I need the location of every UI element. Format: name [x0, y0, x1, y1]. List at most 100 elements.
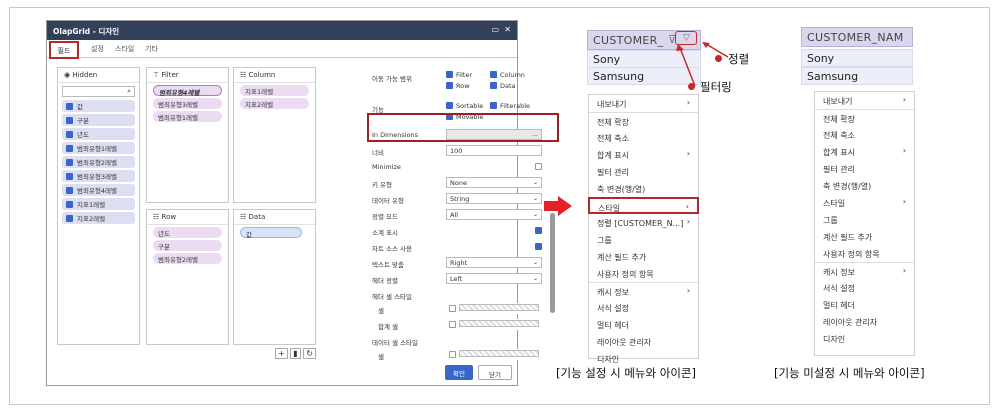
close-button[interactable]: 닫기	[478, 365, 512, 380]
menu-item-format[interactable]: 서식 설정	[815, 279, 914, 296]
prop-data-type: 데이터 유형 String ⌄	[372, 193, 552, 205]
row-item[interactable]: 구분	[153, 240, 222, 251]
hidden-item[interactable]: 범죄유형4레벨	[62, 184, 135, 196]
menu-item-swap-axis[interactable]: 축 변경(행/열)	[815, 177, 914, 194]
chevron-right-icon: ›	[686, 286, 690, 295]
menu-item-cache-info[interactable]: 캐시 정보 ›	[815, 262, 914, 279]
menu-item-custom-item[interactable]: 사용자 정의 항목	[815, 245, 914, 262]
column-item[interactable]: 지표1레벨	[240, 85, 309, 96]
move-opt-data[interactable]: Data	[490, 82, 516, 90]
func-opt-sortable[interactable]: Sortable	[446, 102, 483, 110]
text-align-select[interactable]: Right ⌄	[446, 257, 542, 268]
add-icon[interactable]: +	[275, 348, 288, 359]
filter-item[interactable]: 범죄유형3레벨	[153, 98, 222, 109]
subtotal-checkbox[interactable]	[535, 227, 542, 234]
prop-label: 키 유형	[372, 181, 393, 189]
prop-label: 소계 표시	[372, 229, 398, 237]
hidden-item[interactable]: 구분	[62, 114, 135, 126]
row-item[interactable]: 범죄유형2레벨	[153, 253, 222, 264]
grid-row[interactable]: Samsung	[801, 67, 913, 85]
ok-button[interactable]: 확인	[445, 365, 473, 380]
refresh-icon[interactable]: ↻	[303, 348, 316, 359]
func-opt-filterable[interactable]: Filterable	[490, 102, 530, 110]
hidden-search-input[interactable]: ⌕	[62, 86, 135, 97]
prop-label: 데이터 유형	[372, 197, 404, 205]
data-item[interactable]: 값	[240, 227, 302, 239]
menu-item-export[interactable]: 내보내기 ›	[815, 92, 914, 109]
menu-item-format[interactable]: 서식 설정	[589, 299, 698, 316]
hidden-item[interactable]: 범죄유형1레벨	[62, 142, 135, 154]
chart-source-checkbox[interactable]	[535, 243, 542, 250]
menu-item-expand-all[interactable]: 전체 확장	[815, 109, 914, 126]
data-type-select[interactable]: String ⌄	[446, 193, 542, 204]
hidden-item[interactable]: 값	[62, 100, 135, 112]
close-icon[interactable]: ✕	[504, 25, 511, 34]
menu-item-show-total[interactable]: 합계 표시 ›	[815, 143, 914, 160]
menu-item-collapse-all[interactable]: 전체 축소	[589, 129, 698, 146]
hidden-item[interactable]: 범죄유형3레벨	[62, 170, 135, 182]
menu-item-add-calc-field[interactable]: 계산 필드 추가	[589, 248, 698, 265]
move-opt-column[interactable]: Column	[490, 71, 525, 79]
key-type-select[interactable]: None ⌄	[446, 177, 542, 188]
menu-item-multi-header[interactable]: 멀티 헤더	[815, 296, 914, 313]
prop-label: 셀	[378, 353, 384, 361]
row-item[interactable]: 년도	[153, 227, 222, 238]
menu-item-show-total[interactable]: 합계 표시 ›	[589, 146, 698, 163]
prop-label: 헤더 정렬	[372, 277, 398, 285]
prop-label: 너비	[372, 149, 384, 157]
move-opt-filter[interactable]: Filter	[446, 71, 472, 79]
menu-item-add-calc-field[interactable]: 계산 필드 추가	[815, 228, 914, 245]
sort-mode-select[interactable]: All ⌄	[446, 209, 542, 220]
menu-item-expand-all[interactable]: 전체 확장	[589, 112, 698, 129]
data-cell-style-picker[interactable]	[446, 349, 542, 360]
scrollbar[interactable]	[550, 213, 555, 313]
width-input[interactable]: 100	[446, 145, 542, 156]
caption-right: [기능 미설정 시 메뉴와 아이콘]	[774, 366, 925, 380]
dialog-title-bar: OlapGrid - 디자인 ▭ ✕	[47, 21, 517, 40]
menu-item-cache-info[interactable]: 캐시 정보 ›	[589, 282, 698, 299]
cell-style-picker[interactable]	[446, 303, 542, 314]
row-pane-title: Row	[161, 213, 177, 221]
chevron-right-icon: ›	[686, 149, 690, 158]
chevron-right-icon: ›	[686, 217, 690, 226]
prop-width: 너비 100	[372, 145, 552, 157]
menu-item-export[interactable]: 내보내기 ›	[589, 95, 698, 112]
hidden-item[interactable]: 년도	[62, 128, 135, 140]
prop-label: 합계 셀	[378, 323, 399, 331]
menu-item-sort[interactable]: 정렬 [CUSTOMER_N...] ›	[589, 214, 698, 231]
tab-etc[interactable]: 기타	[145, 44, 158, 54]
menu-item-collapse-all[interactable]: 전체 축소	[815, 126, 914, 143]
grid-row[interactable]: Sony	[801, 49, 913, 67]
menu-item-style[interactable]: 스타일 ›	[815, 194, 914, 211]
menu-item-design[interactable]: 디자인	[815, 330, 914, 347]
trash-icon[interactable]: ▮	[290, 348, 301, 359]
menu-item-style[interactable]: 스타일 ›	[588, 197, 699, 214]
tab-style[interactable]: 스타일	[115, 44, 134, 54]
filter-item[interactable]: 범죄유형1레벨	[153, 111, 222, 122]
header-align-select[interactable]: Left ⌄	[446, 273, 542, 284]
menu-item-custom-item[interactable]: 사용자 정의 항목	[589, 265, 698, 282]
menu-item-group[interactable]: 그룹	[815, 211, 914, 228]
checkbox-icon	[446, 71, 453, 78]
column-header-customer-name[interactable]: CUSTOMER_NAM	[801, 27, 913, 47]
tab-field[interactable]: 필드	[49, 41, 79, 59]
menu-item-filter-manage[interactable]: 필터 관리	[815, 160, 914, 177]
menu-item-group[interactable]: 그룹	[589, 231, 698, 248]
hidden-item[interactable]: 지표1레벨	[62, 198, 135, 210]
move-opt-row[interactable]: Row	[446, 82, 470, 90]
menu-item-filter-manage[interactable]: 필터 관리	[589, 163, 698, 180]
chevron-down-icon: ⌄	[532, 275, 538, 282]
sum-cell-style-picker[interactable]	[446, 319, 542, 330]
menu-item-multi-header[interactable]: 멀티 헤더	[589, 316, 698, 333]
menu-item-layout-manager[interactable]: 레이아웃 관리자	[589, 333, 698, 350]
menu-item-layout-manager[interactable]: 레이아웃 관리자	[815, 313, 914, 330]
filter-item[interactable]: 범죄유형4레벨	[153, 85, 222, 97]
column-item[interactable]: 지표2레벨	[240, 98, 309, 109]
maximize-icon[interactable]: ▭	[491, 25, 499, 34]
tab-settings[interactable]: 설정	[91, 44, 104, 54]
data-pane-title: Data	[248, 213, 266, 221]
minimize-checkbox[interactable]	[535, 163, 542, 170]
hidden-item[interactable]: 범죄유형2레벨	[62, 156, 135, 168]
hidden-item[interactable]: 지표2레벨	[62, 212, 135, 224]
menu-item-swap-axis[interactable]: 축 변경(행/열)	[589, 180, 698, 197]
